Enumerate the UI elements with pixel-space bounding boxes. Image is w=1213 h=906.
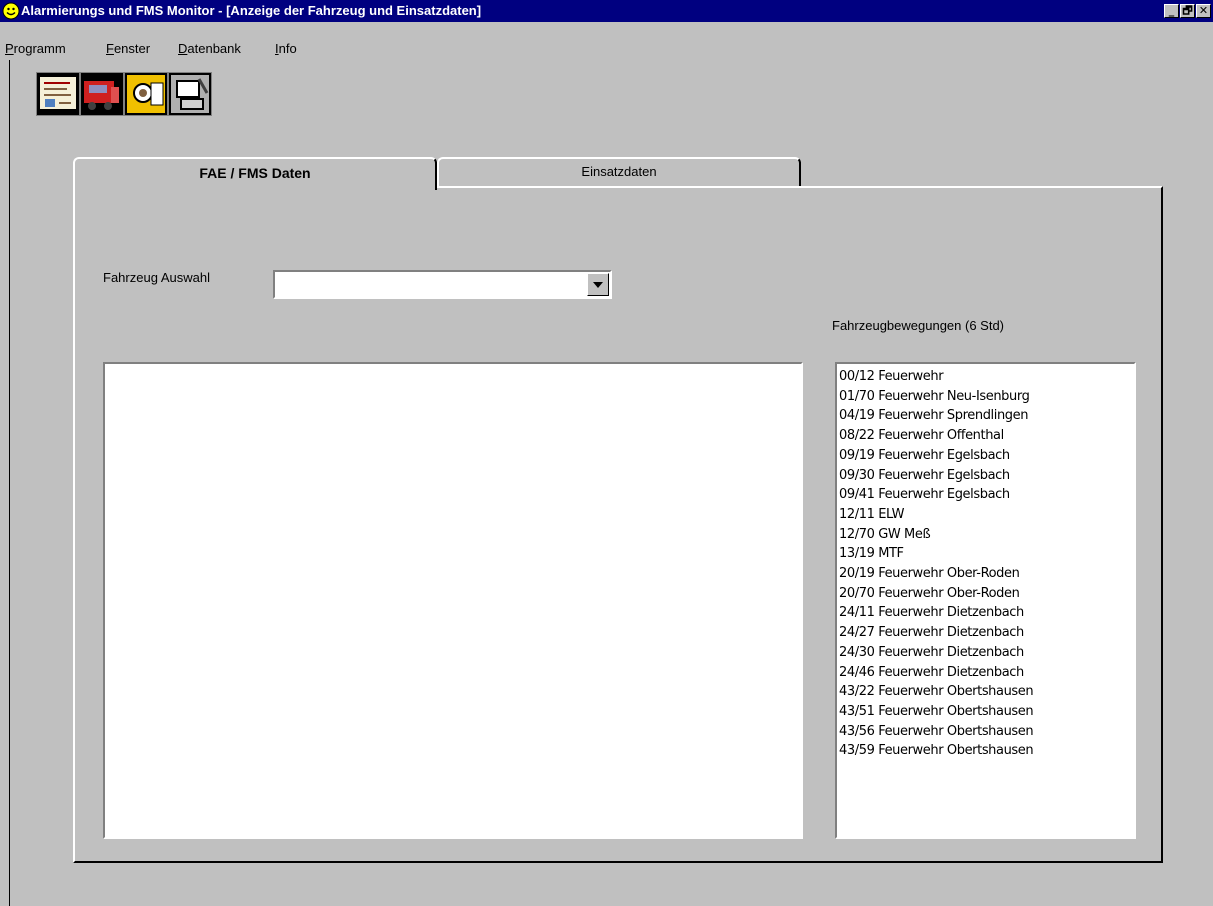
- list-item[interactable]: 13/19 MTF: [839, 544, 1134, 564]
- list-item[interactable]: 09/19 Feuerwehr Egelsbach: [839, 446, 1134, 466]
- list-item[interactable]: 09/41 Feuerwehr Egelsbach: [839, 485, 1134, 505]
- menu-accel: F: [106, 41, 114, 56]
- vehicle-icon[interactable]: [80, 72, 124, 116]
- menu-accel: D: [178, 41, 188, 56]
- list-item[interactable]: 12/70 GW Meß: [839, 525, 1134, 545]
- menu-label: rogramm: [13, 41, 66, 56]
- person-search-icon[interactable]: [124, 72, 168, 116]
- menu-datenbank[interactable]: Datenbank: [178, 41, 241, 56]
- menu-info[interactable]: Info: [275, 41, 297, 56]
- list-item[interactable]: 09/30 Feuerwehr Egelsbach: [839, 466, 1134, 486]
- list-item[interactable]: 00/12 Feuerwehr: [839, 367, 1134, 387]
- vehicle-data-list[interactable]: [103, 362, 803, 839]
- menu-label: atenbank: [187, 41, 241, 56]
- minimize-button[interactable]: _: [1164, 4, 1179, 18]
- tab-fae-fms-daten[interactable]: FAE / FMS Daten: [73, 157, 437, 190]
- list-item[interactable]: 24/11 Feuerwehr Dietzenbach: [839, 603, 1134, 623]
- smiley-icon[interactable]: [2, 2, 20, 20]
- menu-bar: Programm Fenster Datenbank Info: [0, 38, 1213, 58]
- window-title: Alarmierungs und FMS Monitor - [Anzeige …: [21, 3, 482, 18]
- movements-list[interactable]: 00/12 Feuerwehr 01/70 Feuerwehr Neu-Isen…: [835, 362, 1136, 839]
- vehicle-select-label: Fahrzeug Auswahl: [103, 270, 210, 285]
- vehicle-select[interactable]: [273, 270, 612, 299]
- restore-button[interactable]: 🗗: [1180, 4, 1195, 18]
- menu-label: nfo: [278, 41, 297, 56]
- movements-label: Fahrzeugbewegungen (6 Std): [832, 318, 1005, 333]
- list-item[interactable]: 01/70 Feuerwehr Neu-Isenburg: [839, 387, 1134, 407]
- list-item[interactable]: 43/56 Feuerwehr Obertshausen: [839, 722, 1134, 742]
- menu-programm[interactable]: Programm: [5, 41, 66, 56]
- mdi-frame-border: [9, 60, 10, 906]
- list-item[interactable]: 04/19 Feuerwehr Sprendlingen: [839, 406, 1134, 426]
- dropdown-button[interactable]: [587, 273, 609, 296]
- list-item[interactable]: 12/11 ELW: [839, 505, 1134, 525]
- list-item[interactable]: 24/27 Feuerwehr Dietzenbach: [839, 623, 1134, 643]
- title-bar[interactable]: Alarmierungs und FMS Monitor - [Anzeige …: [0, 0, 1213, 22]
- chevron-down-icon: [593, 282, 603, 288]
- list-item[interactable]: 43/22 Feuerwehr Obertshausen: [839, 682, 1134, 702]
- list-item[interactable]: 24/30 Feuerwehr Dietzenbach: [839, 643, 1134, 663]
- computer-icon[interactable]: [168, 72, 212, 116]
- document-icon[interactable]: [36, 72, 80, 116]
- list-item[interactable]: 08/22 Feuerwehr Offenthal: [839, 426, 1134, 446]
- list-item[interactable]: 43/51 Feuerwehr Obertshausen: [839, 702, 1134, 722]
- menu-label: enster: [113, 41, 151, 56]
- list-item[interactable]: 43/59 Feuerwehr Obertshausen: [839, 741, 1134, 761]
- menu-fenster[interactable]: Fenster: [106, 41, 150, 56]
- menu-accel: P: [5, 41, 14, 56]
- close-button[interactable]: ✕: [1196, 4, 1211, 18]
- list-item[interactable]: 24/46 Feuerwehr Dietzenbach: [839, 663, 1134, 683]
- list-item[interactable]: 20/70 Feuerwehr Ober-Roden: [839, 584, 1134, 604]
- list-item[interactable]: 20/19 Feuerwehr Ober-Roden: [839, 564, 1134, 584]
- tab-einsatzdaten[interactable]: Einsatzdaten: [437, 157, 801, 186]
